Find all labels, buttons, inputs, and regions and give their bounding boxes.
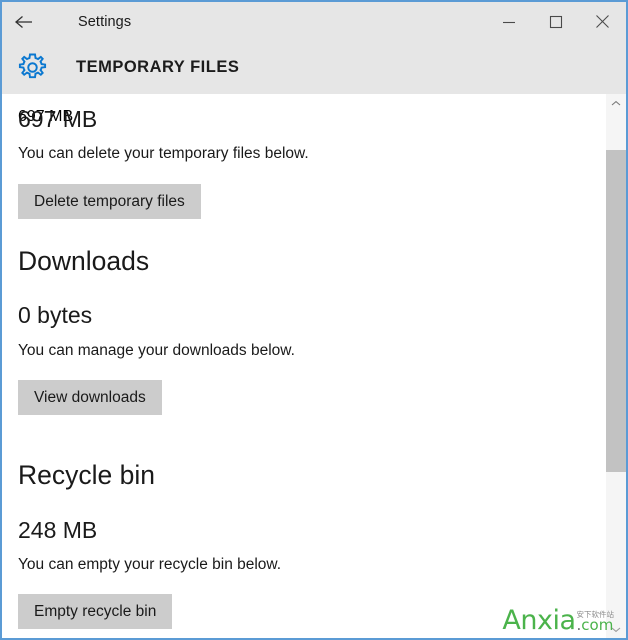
temporary-files-description: You can delete your temporary files belo… <box>18 145 309 162</box>
recycle-bin-heading: Recycle bin <box>18 460 155 490</box>
maximize-icon <box>549 15 563 29</box>
caption-button-group <box>485 2 626 41</box>
scroll-up-button[interactable] <box>606 94 626 112</box>
maximize-button[interactable] <box>532 2 579 41</box>
recycle-bin-description: You can empty your recycle bin below. <box>18 556 282 573</box>
downloads-description: You can manage your downloads below. <box>18 342 295 359</box>
downloads-size-value: 0 bytes <box>18 302 93 328</box>
view-downloads-button[interactable]: View downloads <box>18 380 162 415</box>
chevron-up-icon <box>611 100 621 107</box>
minimize-button[interactable] <box>485 2 532 41</box>
scrollbar-thumb[interactable] <box>606 150 626 472</box>
title-bar: Settings <box>2 2 626 41</box>
downloads-heading: Downloads <box>18 246 150 276</box>
page-title: TEMPORARY FILES <box>76 58 240 76</box>
gear-icon <box>17 52 48 83</box>
empty-recycle-bin-button[interactable]: Empty recycle bin <box>18 594 173 629</box>
chevron-down-icon <box>611 626 621 633</box>
minimize-icon <box>502 16 516 28</box>
settings-gear <box>2 52 62 83</box>
back-button[interactable] <box>2 2 46 41</box>
close-button[interactable] <box>579 2 626 41</box>
close-icon <box>595 14 610 29</box>
scroll-down-button[interactable] <box>606 620 626 638</box>
settings-window: Settings TEMPORARY FILES 697 MB 697 MB Y… <box>0 0 628 640</box>
page-header: TEMPORARY FILES <box>2 41 626 94</box>
delete-temporary-files-button[interactable]: Delete temporary files <box>18 184 201 219</box>
back-arrow-icon <box>13 13 35 31</box>
vertical-scrollbar[interactable] <box>606 94 626 638</box>
window-title: Settings <box>78 13 132 30</box>
settings-content: 697 MB 697 MB You can delete your tempor… <box>2 94 626 638</box>
recycle-bin-size-value: 248 MB <box>18 517 98 543</box>
temporary-files-size-value: 697 MB <box>18 106 98 132</box>
